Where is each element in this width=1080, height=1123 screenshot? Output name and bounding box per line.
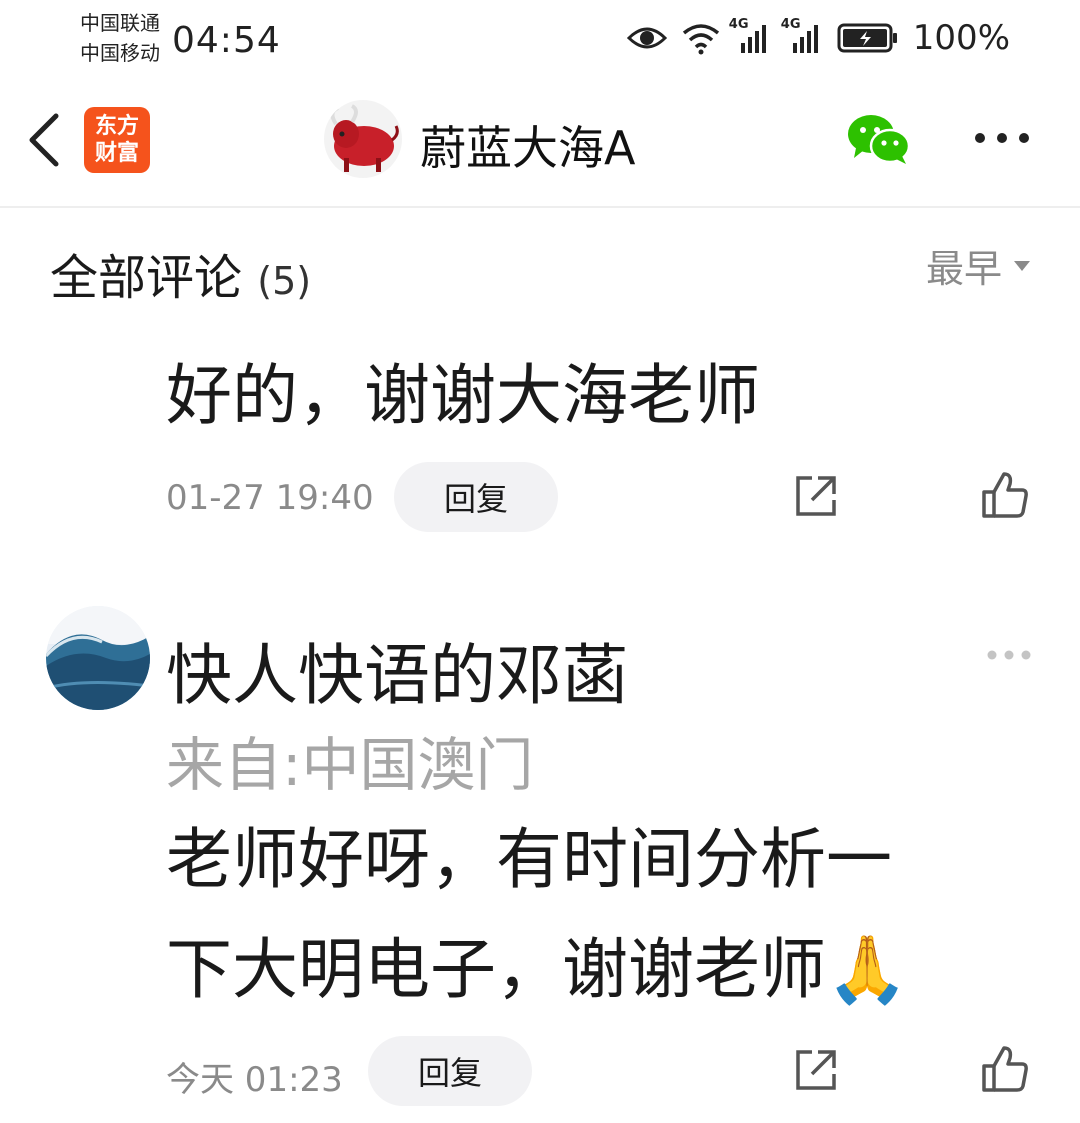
- share-icon[interactable]: [792, 1046, 840, 1094]
- comment-1-reply-button[interactable]: 回复: [394, 462, 558, 532]
- wechat-share-icon[interactable]: [846, 112, 912, 166]
- like-icon[interactable]: [980, 1044, 1030, 1094]
- comment-more-icon[interactable]: [986, 648, 1032, 662]
- status-time: 04:54: [172, 20, 281, 61]
- sort-label: 最早: [925, 247, 1002, 291]
- commenter-location: 来自:中国澳门: [166, 731, 534, 799]
- like-icon[interactable]: [980, 470, 1030, 520]
- app-logo-line2: 财富: [94, 141, 139, 166]
- comment-2-text-line2: 下大明电子，谢谢老师🙏: [166, 931, 909, 1008]
- carrier-1: 中国联通: [80, 11, 160, 35]
- commenter-avatar[interactable]: [46, 606, 150, 710]
- comment-2-reply-button[interactable]: 回复: [368, 1036, 532, 1106]
- signal-bars-icon: [740, 25, 766, 53]
- comment-1-text: 好的，谢谢大海老师: [166, 357, 760, 434]
- carrier-2: 中国移动: [80, 41, 160, 65]
- app-logo[interactable]: 东方 财富: [84, 107, 150, 173]
- signal-1: 4G: [729, 17, 769, 55]
- eye-icon: [626, 27, 667, 49]
- comments-count: (5): [257, 259, 312, 303]
- back-icon[interactable]: [24, 112, 64, 168]
- caret-down-icon: [1014, 260, 1030, 271]
- share-icon[interactable]: [792, 472, 840, 520]
- signal-2: 4G: [781, 17, 823, 55]
- comments-section-title: 全部评论 (5): [50, 238, 311, 308]
- bull-icon: [330, 104, 399, 172]
- comment-2-text-line1: 老师好呀，有时间分析一: [166, 821, 892, 898]
- status-icons: 4G 4G 100%: [626, 17, 1010, 58]
- comment-2-time: 今天 01:23: [166, 1060, 343, 1100]
- comment-1-time: 01-27 19:40: [166, 478, 374, 518]
- wave-image-icon: [46, 606, 150, 710]
- sort-dropdown[interactable]: 最早: [926, 238, 1032, 293]
- header-title: 蔚蓝大海A: [420, 121, 636, 175]
- battery-icon: [837, 23, 897, 53]
- app-logo-line1: 东方: [94, 114, 139, 139]
- author-avatar[interactable]: [324, 100, 402, 178]
- battery-level: 100%: [912, 18, 1010, 58]
- commenter-username[interactable]: 快人快语的邓菡: [166, 622, 628, 718]
- signal-bars-icon: [792, 25, 818, 53]
- comments-title-label: 全部评论: [50, 250, 243, 306]
- more-options-icon[interactable]: [972, 130, 1032, 146]
- wifi-icon: [682, 24, 719, 55]
